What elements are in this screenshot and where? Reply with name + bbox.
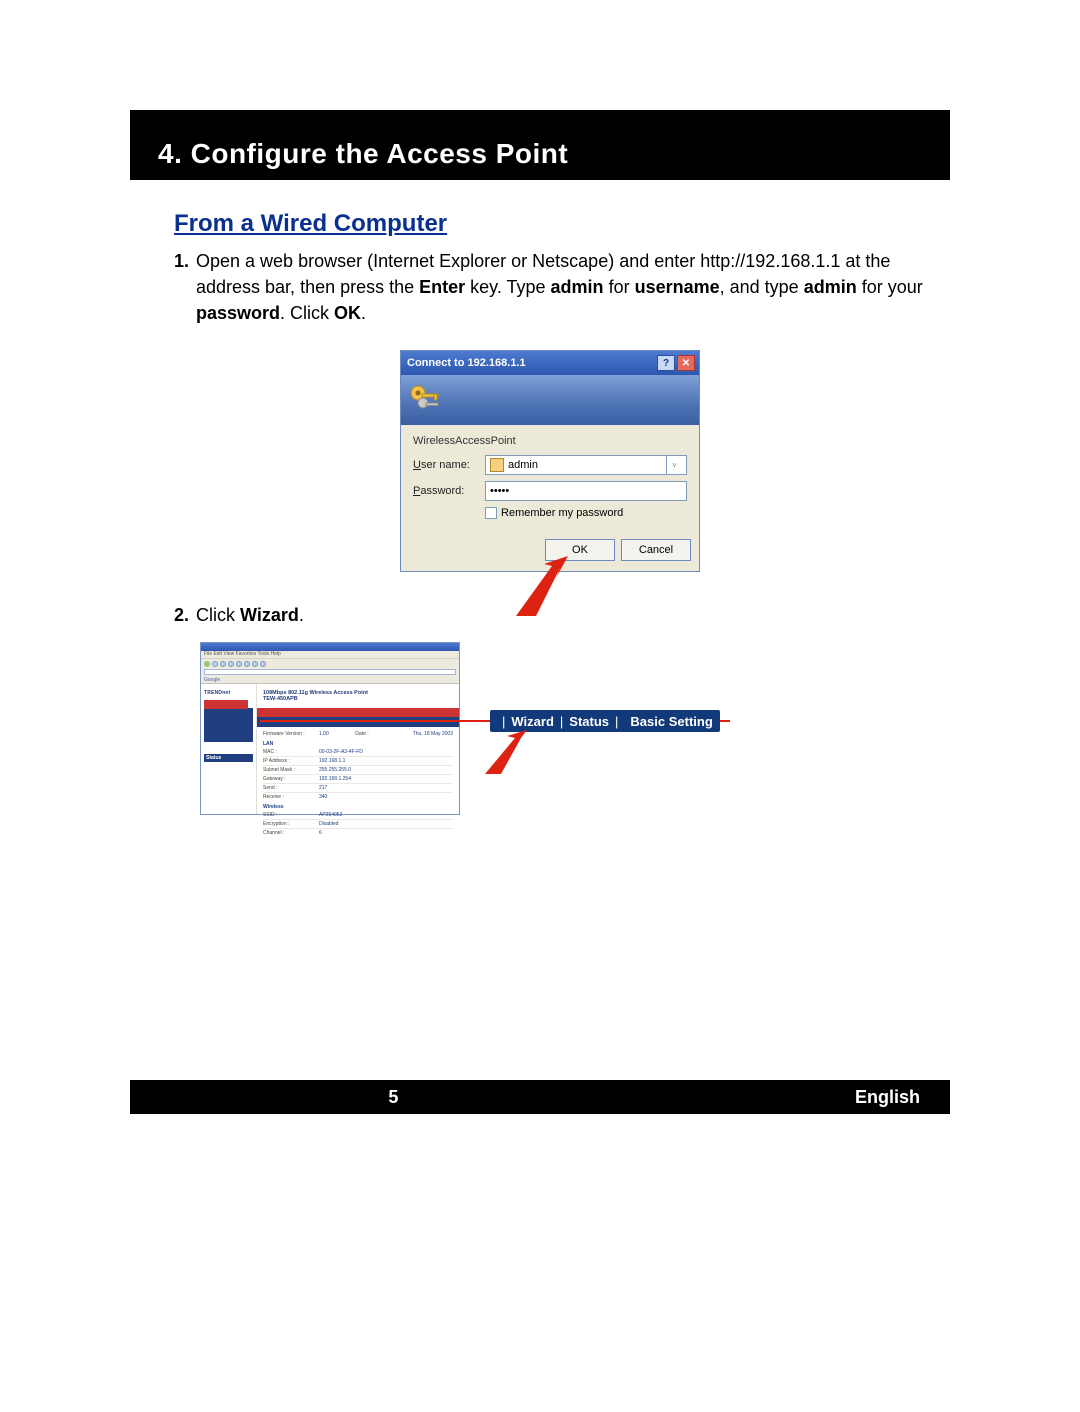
nav-callout: | Wizard | Status | Basic Setting <box>490 710 720 732</box>
browser-figure: File Edit View Favorites Tools Help Goog… <box>200 642 760 815</box>
top-tabs-blue <box>257 717 459 727</box>
dialog-banner <box>401 375 699 425</box>
dialog-titlebar: Connect to 192.168.1.1 ? ✕ <box>401 351 699 375</box>
address-input[interactable] <box>204 669 456 675</box>
password-value: ••••• <box>490 485 509 497</box>
brand-logo: TRENDnet <box>204 690 253 696</box>
browser-window: File Edit View Favorites Tools Help Goog… <box>200 642 460 815</box>
section-header: 4. Configure the Access Point <box>130 110 950 180</box>
media-icon[interactable] <box>260 661 266 667</box>
back-icon[interactable] <box>204 661 210 667</box>
username-field[interactable]: admin ˅ <box>485 455 687 475</box>
dialog-title: Connect to 192.168.1.1 <box>407 357 526 369</box>
username-value: admin <box>508 459 538 471</box>
product-title: 108Mbps 802.11g Wireless Access Point TE… <box>263 690 459 702</box>
favorites-icon[interactable] <box>252 661 258 667</box>
login-dialog-figure: Connect to 192.168.1.1 ? ✕ <box>400 350 700 572</box>
user-icon <box>490 458 504 472</box>
browser-addressbar <box>201 668 459 676</box>
browser-toolbar <box>201 658 459 668</box>
step-1-text: Open a web browser (Internet Explorer or… <box>196 248 926 326</box>
home-icon[interactable] <box>236 661 242 667</box>
google-toolbar: Google <box>201 676 459 684</box>
cancel-button[interactable]: Cancel <box>621 539 691 561</box>
browser-menubar: File Edit View Favorites Tools Help <box>201 651 459 658</box>
forward-icon[interactable] <box>212 661 218 667</box>
keys-icon <box>407 381 443 417</box>
sidebar-item-status[interactable]: Status <box>204 754 253 762</box>
browser-titlebar <box>201 643 459 651</box>
remember-checkbox-row[interactable]: Remember my password <box>485 507 687 519</box>
arrow-to-wizard-icon <box>485 730 535 774</box>
section-title: 4. Configure the Access Point <box>158 138 568 170</box>
password-field[interactable]: ••••• <box>485 481 687 501</box>
admin-main: 108Mbps 802.11g Wireless Access Point TE… <box>257 684 459 814</box>
username-label: User name: <box>413 459 485 471</box>
help-button[interactable]: ? <box>657 355 675 371</box>
step-2-text: Click Wizard. <box>196 602 926 628</box>
login-dialog: Connect to 192.168.1.1 ? ✕ <box>400 350 700 572</box>
callout-wizard[interactable]: Wizard <box>511 714 554 729</box>
top-tabs-red <box>257 708 459 717</box>
step-2-number: 2. <box>174 602 196 628</box>
page-number: 5 <box>388 1087 398 1108</box>
callout-status[interactable]: Status <box>569 714 609 729</box>
page-language: English <box>855 1087 920 1108</box>
search-icon[interactable] <box>244 661 250 667</box>
sidebar-tab-wizard[interactable] <box>204 700 248 709</box>
admin-sidebar: TRENDnet Status <box>201 684 257 814</box>
dialog-realm: WirelessAccessPoint <box>413 435 687 447</box>
sidebar-nav <box>204 708 253 742</box>
step-1-number: 1. <box>174 248 196 326</box>
content-area: From a Wired Computer 1. Open a web brow… <box>130 180 950 815</box>
remember-label: Remember my password <box>501 507 623 519</box>
ok-button[interactable]: OK <box>545 539 615 561</box>
page-footer: 5 English <box>130 1080 950 1114</box>
status-table: Firmware Version :1.00Date : Thu, 18 May… <box>263 731 453 836</box>
close-button[interactable]: ✕ <box>677 355 695 371</box>
username-dropdown-icon[interactable]: ˅ <box>666 456 682 474</box>
subheading: From a Wired Computer <box>174 210 926 238</box>
callout-basic-setting[interactable]: Basic Setting <box>630 714 712 729</box>
stop-icon[interactable] <box>220 661 226 667</box>
step-2: 2. Click Wizard. <box>174 602 926 628</box>
password-label: Password: <box>413 485 485 497</box>
step-1: 1. Open a web browser (Internet Explorer… <box>174 248 926 326</box>
remember-checkbox[interactable] <box>485 507 497 519</box>
refresh-icon[interactable] <box>228 661 234 667</box>
